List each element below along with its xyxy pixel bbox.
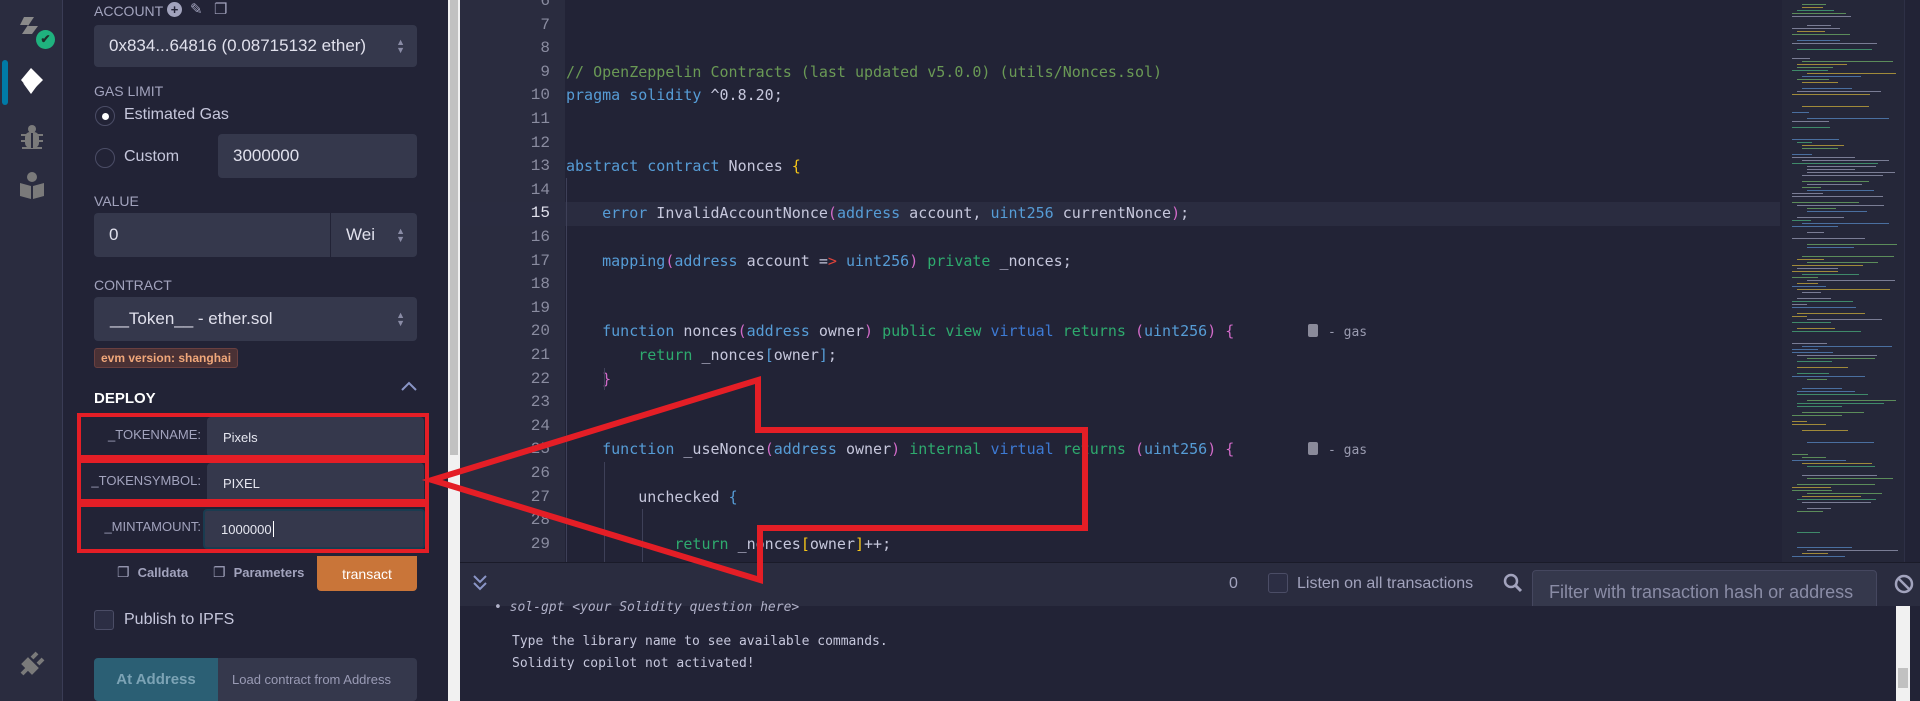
remix-ide: ✔ ACCOUNT + ✎ ❐ 0x834...64816 (0.0871513… xyxy=(0,0,1920,701)
red-arrow-shape xyxy=(421,375,1088,585)
annotation-arrow xyxy=(421,375,1088,585)
